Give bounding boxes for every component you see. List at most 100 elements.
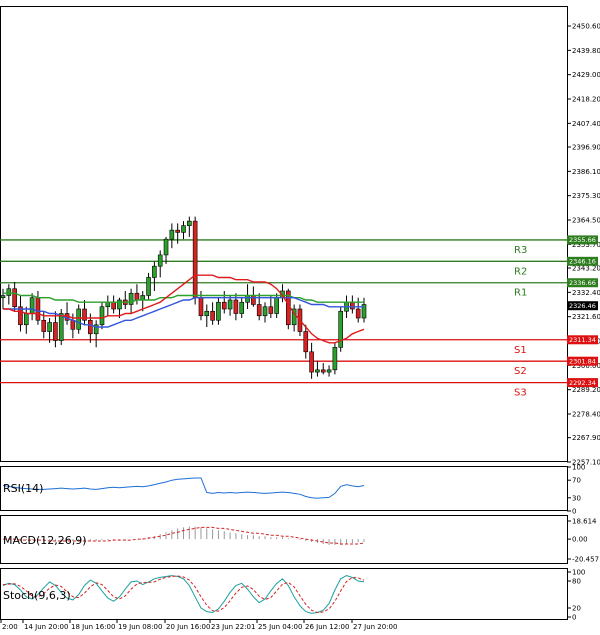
price-tick-label: 2396.90	[572, 143, 600, 151]
candle-body	[192, 220, 198, 299]
candle-body	[233, 299, 239, 314]
indicator-tick-label: 30	[572, 494, 581, 502]
price-tick-label: 2386.10	[572, 168, 600, 176]
candle-body	[163, 238, 169, 256]
candle-body	[326, 369, 332, 373]
level-price-label: 2346.16	[569, 258, 596, 266]
candle-body	[169, 229, 175, 240]
level-price-label: 2301.84	[569, 357, 596, 365]
time-tick-label: 20 Jun 16:00	[166, 623, 210, 631]
indicator-tick-label: 20	[572, 605, 581, 613]
candle-body	[216, 301, 221, 321]
candle-body	[256, 304, 262, 317]
indicator-tick-label: 70	[572, 477, 581, 485]
price-tick-label: 2439.80	[572, 47, 600, 55]
current-price-label: 2326.46	[569, 302, 596, 310]
rsi-label: RSI(14)	[3, 482, 43, 495]
level-price-label: 2336.66	[569, 279, 596, 287]
candle-body	[99, 306, 105, 326]
price-tick-label: 2332.40	[572, 289, 600, 297]
price-tick-label: 2278.40	[572, 411, 600, 419]
candle-body	[315, 369, 320, 373]
price-tick-label: 2418.20	[572, 96, 600, 104]
price-tick-label: 2407.40	[572, 120, 600, 128]
indicator-tick-label: 100	[572, 464, 585, 472]
candle-body	[105, 301, 111, 308]
candle-body	[41, 319, 47, 332]
time-tick-label: 18 Jun 16:00	[71, 623, 115, 631]
candle-body	[187, 220, 192, 226]
candle-body	[303, 331, 309, 353]
candle-body	[268, 306, 274, 314]
stoch-label: Stoch(9,6,3)	[3, 589, 71, 602]
candle-body	[111, 301, 116, 310]
candle-body	[262, 306, 268, 317]
level-name-s3: S3	[514, 388, 527, 399]
candle-body	[12, 288, 17, 308]
level-price-label: 2311.34	[569, 336, 596, 344]
price-tick-label: 2267.90	[572, 434, 600, 442]
candle-body	[0, 295, 6, 299]
price-tick-label: 2289.20	[572, 386, 600, 394]
candle-body	[152, 265, 157, 278]
indicator-tick-label: 80	[572, 578, 581, 586]
candle-body	[157, 254, 163, 267]
time-tick-label: 14 Jun 20:00	[24, 623, 68, 631]
level-price-label: 2292.34	[569, 379, 596, 387]
candle-body	[47, 322, 52, 332]
candle-body	[251, 295, 256, 305]
candle-body	[350, 301, 355, 310]
candle-body	[76, 308, 81, 330]
indicator-tick-label: 0	[572, 614, 576, 622]
candle-body	[320, 369, 326, 373]
time-tick-label: 23 Jun 22:01	[211, 623, 255, 631]
level-name-r3: R3	[514, 245, 527, 256]
candle-body	[117, 299, 122, 310]
macd-label: MACD(12,26,9)	[3, 534, 87, 547]
candle-body	[53, 322, 58, 341]
indicator-tick-label: -20.457	[572, 556, 599, 564]
level-name-r1: R1	[514, 288, 527, 299]
time-tick-label: 27 Jun 20:00	[353, 623, 397, 631]
time-axis: 2:00 14 Jun 20:00 18 Jun 16:00 19 Jun 08:00…	[0, 620, 397, 631]
candle-body	[210, 310, 215, 321]
time-tick-label: 25 Jun 04:00	[258, 623, 302, 631]
price-axis: 2450.60 2439.80 2429.00 2418.20 2407.40 2396.…	[567, 23, 600, 467]
indicator-tick-label: 100	[572, 569, 585, 577]
candle-body	[6, 288, 12, 296]
level-price-label: 2355.66	[569, 236, 596, 244]
stoch-panel[interactable]	[0, 568, 568, 620]
price-tick-label: 2375.30	[572, 192, 600, 200]
candle-body	[221, 301, 227, 310]
current-price-tag: 2326.46	[567, 301, 598, 311]
candle-body	[181, 225, 186, 233]
price-tick-label: 2321.60	[572, 313, 600, 321]
indicator-tick-label: 0.00	[572, 536, 588, 544]
indicator-tick-label: 18.614	[572, 518, 597, 526]
candle-body	[198, 297, 204, 317]
candle-body	[227, 299, 233, 310]
candle-body	[239, 301, 245, 314]
trading-chart[interactable]: 2450.60 2439.80 2429.00 2418.20 2407.40 2396.…	[0, 0, 600, 635]
candle-body	[175, 229, 180, 233]
price-tick-label: 2450.60	[572, 23, 600, 31]
candle-body	[309, 351, 314, 373]
time-tick-label: 19 Jun 08:00	[118, 623, 162, 631]
candle-body	[70, 319, 76, 330]
indicator-tick-label: 0	[572, 508, 576, 516]
time-tick-label: 2:00	[2, 623, 18, 631]
candle-body	[245, 295, 250, 303]
level-name-r2: R2	[514, 266, 527, 277]
level-name-s2: S2	[514, 366, 527, 377]
candle-body	[146, 277, 151, 296]
price-tick-label: 2429.00	[572, 71, 600, 79]
candle-body	[355, 308, 361, 319]
candle-body	[23, 313, 29, 326]
candle-body	[58, 313, 64, 341]
price-panel[interactable]	[0, 6, 568, 462]
candle-body	[332, 347, 338, 371]
candle-body	[134, 292, 140, 301]
time-tick-label: 26 Jun 12:00	[305, 623, 349, 631]
price-tick-label: 2364.50	[572, 217, 600, 225]
candle-body	[274, 297, 279, 314]
